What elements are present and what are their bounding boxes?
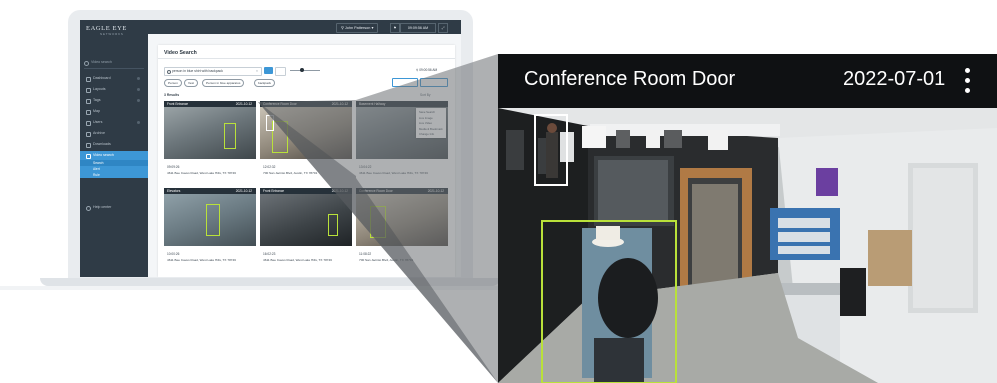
zoomed-camera-date: 2022-07-01 — [843, 68, 946, 90]
zoomed-card-header: Conference Room Door 2022-07-01 — [498, 54, 997, 108]
person-detection-box-green[interactable] — [541, 220, 677, 383]
more-options-icon[interactable] — [962, 67, 972, 95]
camera-frame[interactable] — [498, 108, 997, 383]
zoomed-camera-name: Conference Room Door — [524, 68, 736, 90]
zoomed-camera-card[interactable]: Conference Room Door 2022-07-01 — [498, 54, 997, 383]
person-detection-box-white[interactable] — [534, 114, 568, 186]
